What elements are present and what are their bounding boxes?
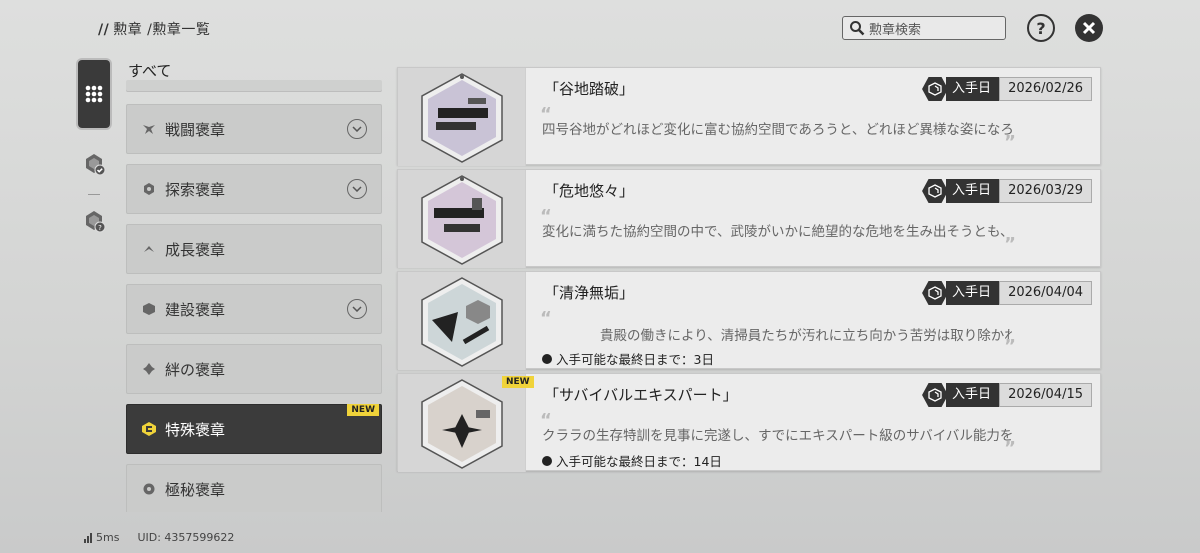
medal-description: 変化に満ちた協約空間の中で、武陵がいかに絶望的な危地を生み出そうとも、	[542, 224, 1012, 240]
quote-close-icon: ”	[1004, 336, 1016, 357]
secret-icon	[141, 481, 157, 497]
chevron-down-icon[interactable]	[347, 119, 367, 139]
top-bar: //勲章 /勲章一覧 勲章検索 ?	[0, 0, 1200, 56]
category-combat[interactable]: 戦闘褒章	[126, 104, 382, 154]
category-label: 極秘褒章	[165, 480, 226, 499]
medal-card[interactable]: 「清浄無垢」 入手日 2026/04/04 “ 貴殿の働きにより、清掃員たちが汚…	[397, 271, 1101, 370]
rail-owned-medals-tab[interactable]	[78, 148, 110, 180]
category-label: 絆の褒章	[165, 360, 226, 379]
new-badge: NEW	[502, 376, 534, 388]
medal-card[interactable]: 「危地悠々」 入手日 2026/03/29 “ 変化に満ちた協約空間の中で、武陵…	[397, 169, 1101, 268]
category-construction[interactable]: 建設褒章	[126, 284, 382, 334]
medal-check-icon	[86, 154, 106, 176]
chevron-down-icon[interactable]	[347, 299, 367, 319]
side-rail: ?	[78, 60, 110, 237]
acquired-label: 入手日	[946, 383, 1000, 407]
ping-value: 5ms	[96, 531, 120, 544]
category-secret[interactable]: 極秘褒章	[126, 464, 382, 512]
category-header-all[interactable]: すべて	[126, 60, 171, 81]
special-icon	[141, 421, 157, 437]
category-special[interactable]: 特殊褒章 NEW	[126, 404, 382, 454]
acquired-label: 入手日	[946, 77, 1000, 101]
category-label: 探索褒章	[165, 180, 226, 199]
user-id: UID: 4357599622	[137, 531, 235, 544]
acquired-date: 入手日 2026/04/04	[922, 281, 1092, 305]
combat-icon	[141, 121, 157, 137]
search-placeholder: 勲章検索	[869, 22, 922, 38]
breadcrumb-path: 勲章 /勲章一覧	[113, 22, 211, 38]
medal-title: 「清浄無垢」	[544, 284, 635, 302]
medal-description: 四号谷地がどれほど変化に富む協約空間であろうと、どれほど異様な姿になろう	[542, 122, 1012, 138]
category-bond[interactable]: 絆の褒章	[126, 344, 382, 394]
signal-icon	[84, 532, 93, 543]
medal-image	[398, 68, 526, 166]
medal-title: 「サバイバルエキスパート」	[544, 386, 738, 404]
new-badge: NEW	[347, 404, 379, 416]
deadline: 入手可能な最終日まで：3日	[542, 349, 714, 368]
category-exploration[interactable]: 探索褒章	[126, 164, 382, 214]
help-button[interactable]: ?	[1027, 14, 1055, 42]
close-button[interactable]	[1075, 14, 1103, 42]
acquired-date: 入手日 2026/02/26	[922, 77, 1092, 101]
medal-image	[398, 374, 526, 472]
clock-icon	[542, 455, 552, 466]
deadline-text: 入手可能な最終日まで：3日	[556, 352, 714, 367]
acquired-date: 入手日 2026/04/15	[922, 383, 1092, 407]
medal-hex-icon	[922, 77, 949, 101]
category-label: 成長褒章	[165, 240, 226, 259]
category-label: 建設褒章	[165, 300, 226, 319]
acquired-date-value: 2026/04/15	[999, 383, 1092, 407]
quote-close-icon: ”	[1004, 132, 1016, 153]
category-label: 戦闘褒章	[165, 120, 226, 139]
medal-hex-icon	[922, 383, 949, 407]
acquired-label: 入手日	[946, 179, 1000, 203]
medal-card[interactable]: 「谷地踏破」 入手日 2026/02/26 “ 四号谷地がどれほど変化に富む協約…	[397, 67, 1101, 166]
medal-image	[398, 170, 526, 268]
category-growth[interactable]: 成長褒章	[126, 224, 382, 274]
status-bar: 5ms UID: 4357599622	[84, 531, 234, 544]
close-icon	[1082, 21, 1096, 35]
acquired-date-value: 2026/02/26	[999, 77, 1092, 101]
construction-icon	[141, 301, 157, 317]
acquired-date: 入手日 2026/03/29	[922, 179, 1092, 203]
medal-title: 「谷地踏破」	[544, 80, 635, 98]
search-icon	[850, 21, 865, 36]
medal-question-icon: ?	[86, 211, 106, 233]
medal-description: 貴殿の働きにより、清掃員たちが汚れに立ち向かう苦労は取り除かれ	[600, 328, 1012, 344]
help-icon: ?	[1036, 18, 1046, 38]
exploration-icon	[141, 181, 157, 197]
medal-hex-icon	[922, 281, 949, 305]
acquired-date-value: 2026/03/29	[999, 179, 1092, 203]
grid-icon	[85, 85, 103, 103]
growth-icon	[141, 241, 157, 257]
rail-divider	[88, 194, 100, 195]
acquired-date-value: 2026/04/04	[999, 281, 1092, 305]
rail-all-medals-tab[interactable]	[78, 60, 110, 128]
medal-search-input[interactable]: 勲章検索	[842, 16, 1006, 40]
chevron-down-icon[interactable]	[347, 179, 367, 199]
medal-title: 「危地悠々」	[544, 182, 635, 200]
medal-image	[398, 272, 526, 370]
medal-hex-icon	[922, 179, 949, 203]
clock-icon	[542, 353, 552, 364]
svg-text:?: ?	[98, 224, 102, 232]
quote-close-icon: ”	[1004, 438, 1016, 459]
category-list: すべて 戦闘褒章 探索褒章 成長褒章 建設褒章 絆の褒章 特殊褒章 NEW 極秘…	[126, 60, 382, 512]
medal-card[interactable]: NEW 「サバイバルエキスパート」 入手日 2026/04/15 “ クララの生…	[397, 373, 1101, 472]
deadline-text: 入手可能な最終日まで：14日	[556, 454, 722, 469]
quote-close-icon: ”	[1004, 234, 1016, 255]
category-label: 特殊褒章	[165, 420, 226, 439]
breadcrumb: //勲章 /勲章一覧	[98, 19, 210, 39]
deadline: 入手可能な最終日まで：14日	[542, 451, 722, 470]
acquired-label: 入手日	[946, 281, 1000, 305]
rail-unknown-medals-tab[interactable]: ?	[78, 205, 110, 237]
medal-description: クララの生存特訓を見事に完遂し、すでにエキスパート級のサバイバル能力を身	[542, 428, 1012, 444]
bond-icon	[141, 361, 157, 377]
category-header-bar	[126, 80, 382, 92]
breadcrumb-prefix: //	[98, 22, 110, 38]
